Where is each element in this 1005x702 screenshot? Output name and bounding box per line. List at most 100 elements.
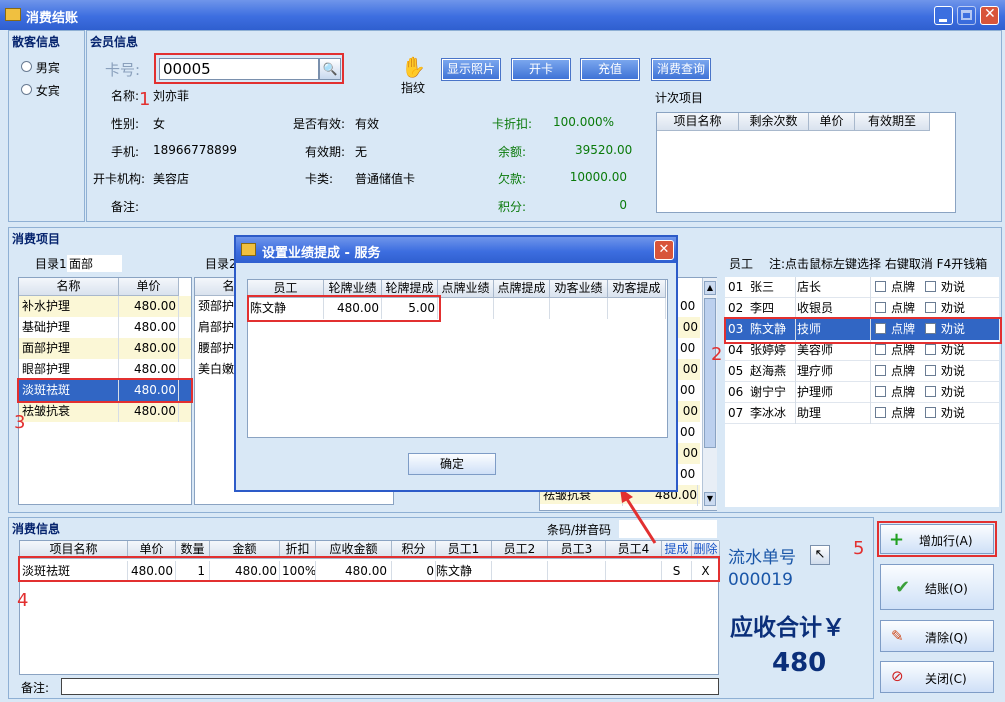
add-row-label: 增加行(A) — [919, 534, 973, 548]
persuade-checkbox[interactable] — [925, 281, 936, 292]
staff-note: 注:点击鼠标左键选择 右键取消 F4开钱箱 — [769, 257, 988, 271]
plus-icon: + — [889, 529, 905, 550]
close-label: 关闭(C) — [925, 672, 967, 686]
scroll-up-icon[interactable]: ▲ — [704, 281, 716, 295]
dir1-label: 目录1 — [35, 257, 67, 271]
staff-row[interactable]: 07 李冰冰 助理 点牌 劝说 — [725, 403, 999, 424]
scroll-thumb[interactable] — [704, 298, 716, 448]
consume-remark-label: 备注: — [21, 681, 50, 695]
staff-row[interactable]: 01 张三 店长 点牌 劝说 — [725, 277, 999, 298]
eraser-icon: ✎ — [891, 627, 904, 645]
add-row-button[interactable]: + 增加行(A) — [880, 524, 994, 554]
list-item[interactable]: 补水护理 480.00 — [19, 296, 191, 317]
brand-checkbox[interactable] — [875, 407, 886, 418]
staff-label: 员工 — [729, 257, 754, 271]
barcode-label: 条码/拼音码 — [547, 523, 612, 537]
dir2-label: 目录2 — [205, 257, 237, 271]
list-item[interactable]: 00 — [680, 464, 695, 485]
list-item[interactable]: 00 — [680, 380, 695, 401]
member-org: 美容店 — [153, 172, 190, 186]
list-item[interactable]: 基础护理 480.00 — [19, 317, 191, 338]
card-number-input[interactable]: 00005 — [159, 58, 319, 80]
staff-row[interactable]: 06 谢宁宁 护理师 点牌 劝说 — [725, 382, 999, 403]
maximize-button[interactable] — [957, 6, 976, 25]
female-radio[interactable]: 女宾 — [21, 82, 60, 99]
card-search-button[interactable]: 🔍 — [319, 58, 341, 80]
list-item[interactable]: 00 — [680, 296, 695, 317]
serial-number: 000019 — [728, 570, 793, 590]
commission-dialog: 设置业绩提成 - 服务 ✕ 员工 轮牌业绩 轮牌提成 点牌业绩 点牌提成 劝客业… — [234, 235, 678, 492]
male-radio-label: 男宾 — [35, 61, 60, 75]
count-items-table[interactable]: 项目名称 剩余次数 单价 有效期至 — [656, 112, 956, 213]
brand-checkbox[interactable] — [875, 344, 886, 355]
total-amount: 480 — [772, 648, 827, 678]
consume-query-button[interactable]: 消费查询 — [651, 58, 711, 81]
brand-checkbox[interactable] — [875, 386, 886, 397]
fingerprint-label: 指纹 — [401, 81, 426, 95]
show-photo-button[interactable]: 显示照片 — [441, 58, 501, 81]
list1-col-name: 名称 — [19, 278, 119, 296]
clear-button[interactable]: ✎ 清除(Q) — [880, 620, 994, 652]
window-title: 消费结账 — [26, 11, 79, 26]
list-item[interactable]: 祛皱抗衰 480.00 — [19, 401, 191, 422]
list-item[interactable]: 眼部护理 480.00 — [19, 359, 191, 380]
serial-label: 流水单号 — [728, 548, 796, 568]
name-label: 名称: — [111, 89, 140, 103]
persuade-checkbox[interactable] — [925, 407, 936, 418]
staff-row[interactable]: 02 李四 收银员 点牌 劝说 — [725, 298, 999, 319]
brand-checkbox[interactable] — [875, 302, 886, 313]
dialog-icon — [241, 243, 256, 256]
checkout-button[interactable]: ✔ 结账(O) — [880, 564, 994, 610]
recharge-button[interactable]: 充值 — [580, 58, 640, 81]
staff-row[interactable]: 05 赵海燕 理疗师 点牌 劝说 — [725, 361, 999, 382]
commission-row-highlight — [247, 295, 441, 322]
close-window-button[interactable]: ✕ — [980, 6, 999, 25]
remark-label: 备注: — [111, 200, 140, 214]
brand-checkbox[interactable] — [875, 365, 886, 376]
male-radio[interactable]: 男宾 — [21, 59, 60, 76]
staff-list[interactable]: 01 张三 店长 点牌 劝说 02 李四 收银员 点牌 劝说 03 陈文静 技师 点牌 劝说 04 张婷婷… — [725, 277, 999, 507]
consume-remark-input[interactable] — [61, 678, 719, 695]
card-type-label: 卡类: — [305, 172, 334, 186]
member-balance: 39520.00 — [575, 143, 633, 157]
member-points: 0 — [619, 198, 627, 212]
scroll-down-icon[interactable]: ▼ — [704, 492, 716, 506]
consume-panel-title: 消费信息 — [12, 522, 61, 536]
balance-label: 余额: — [498, 145, 527, 159]
list-item[interactable]: 00 — [680, 338, 695, 359]
selected-item-highlight — [17, 378, 193, 403]
list-item[interactable]: 00 — [680, 422, 695, 443]
member-phone: 18966778899 — [153, 143, 237, 157]
persuade-checkbox[interactable] — [925, 386, 936, 397]
checkout-label: 结账(O) — [925, 582, 968, 596]
search-icon: 🔍 — [322, 62, 338, 76]
cursor-icon[interactable]: ↖ — [810, 545, 830, 565]
fingerprint-hand-icon[interactable]: ✋ — [401, 55, 426, 79]
dialog-title: 设置业绩提成 - 服务 — [262, 246, 381, 261]
app-icon — [5, 8, 21, 21]
count-col-remaining: 剩余次数 — [739, 113, 809, 131]
member-card-type: 普通储值卡 — [355, 172, 416, 186]
persuade-checkbox[interactable] — [925, 344, 936, 355]
check-icon: ✔ — [895, 577, 911, 598]
dlg-col-persuade-comm: 劝客提成 — [608, 280, 666, 298]
close-button[interactable]: ⊘ 关闭(C) — [880, 661, 994, 693]
dialog-ok-button[interactable]: 确定 — [408, 453, 496, 475]
brand-checkbox[interactable] — [875, 281, 886, 292]
annotation-2: 2 — [711, 344, 723, 365]
dialog-close-button[interactable]: ✕ — [654, 240, 674, 260]
dialog-title-bar: 设置业绩提成 - 服务 ✕ — [236, 237, 676, 263]
expire-label: 有效期: — [305, 145, 346, 159]
open-card-button[interactable]: 开卡 — [511, 58, 571, 81]
member-discount: 100.000% — [553, 115, 615, 129]
annotation-5: 5 — [853, 538, 865, 559]
guest-panel-title: 散客信息 — [12, 35, 61, 49]
persuade-checkbox[interactable] — [925, 365, 936, 376]
annotation-3: 3 — [14, 412, 26, 433]
dir1-select[interactable]: 面部 — [67, 255, 122, 272]
phone-label: 手机: — [111, 145, 140, 159]
list-item[interactable]: 面部护理 480.00 — [19, 338, 191, 359]
list3-scrollbar[interactable]: ▲ ▼ — [702, 278, 717, 510]
persuade-checkbox[interactable] — [925, 302, 936, 313]
minimize-button[interactable] — [934, 6, 953, 25]
